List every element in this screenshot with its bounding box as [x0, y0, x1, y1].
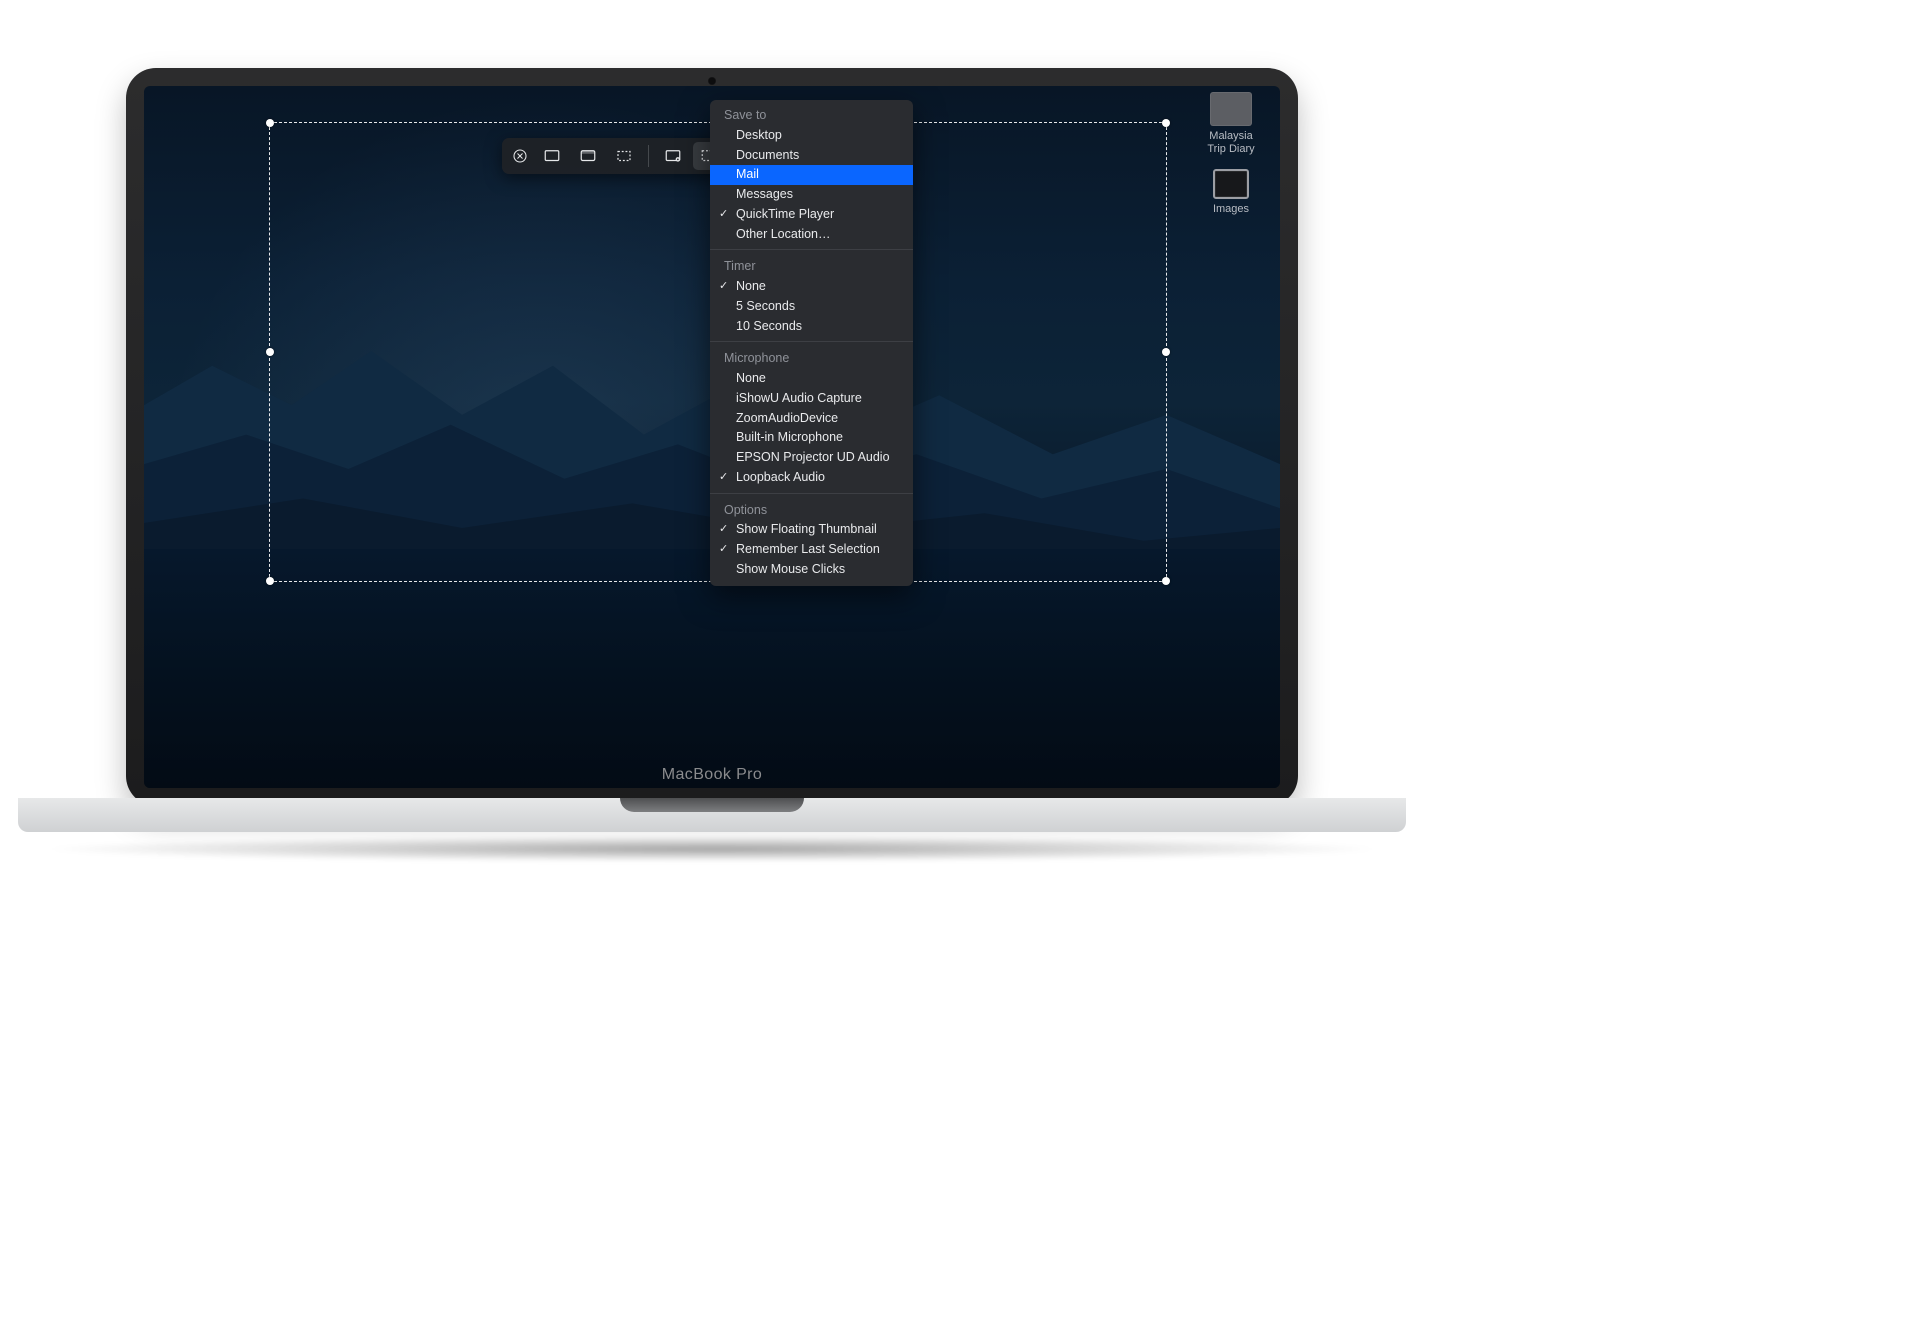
desktop-icons: Malaysia Trip Diary Images: [1192, 92, 1270, 216]
menu-item[interactable]: Mail: [710, 165, 913, 185]
selection-handle-tl[interactable]: [266, 119, 274, 127]
menu-item[interactable]: ✓ None: [710, 277, 913, 297]
menu-divider: [710, 493, 913, 494]
menu-item-label: Loopback Audio: [736, 470, 825, 484]
menu-item-label: EPSON Projector UD Audio: [736, 450, 890, 464]
folder-icon: [1213, 169, 1249, 199]
menu-item-label: Messages: [736, 187, 793, 201]
selection-handle-mr[interactable]: [1162, 348, 1170, 356]
menu-item-label: Mail: [736, 167, 759, 181]
menu-item-label: ZoomAudioDevice: [736, 411, 838, 425]
record-entire-screen-button[interactable]: [657, 142, 689, 170]
menu-item-label: 10 Seconds: [736, 319, 802, 333]
menu-item[interactable]: 5 Seconds: [710, 297, 913, 317]
menu-item[interactable]: ✓ Show Floating Thumbnail: [710, 520, 913, 540]
menu-section-header: Microphone: [710, 347, 913, 369]
menu-section-header: Timer: [710, 255, 913, 277]
menu-item-label: None: [736, 279, 766, 293]
options-menu: Save to Desktop Documents Mail Messages ✓ Quic…: [710, 100, 913, 586]
close-button[interactable]: [508, 142, 532, 170]
menu-item[interactable]: EPSON Projector UD Audio: [710, 448, 913, 468]
selection-handle-bl[interactable]: [266, 577, 274, 585]
file-icon: [1210, 92, 1252, 126]
menu-item[interactable]: Desktop: [710, 126, 913, 146]
device-base-plate: [18, 798, 1406, 832]
menu-item[interactable]: None: [710, 369, 913, 389]
menu-item-label: Documents: [736, 148, 799, 162]
capture-entire-screen-button[interactable]: [536, 142, 568, 170]
menu-item-label: QuickTime Player: [736, 207, 834, 221]
menu-item[interactable]: ✓ Loopback Audio: [710, 468, 913, 488]
toolbar-separator: [648, 145, 649, 167]
menu-item[interactable]: ZoomAudioDevice: [710, 409, 913, 429]
desktop-icon-images[interactable]: Images: [1213, 169, 1249, 216]
selection-handle-ml[interactable]: [266, 348, 274, 356]
menu-item[interactable]: ✓ Remember Last Selection: [710, 540, 913, 560]
menu-item[interactable]: ✓ QuickTime Player: [710, 205, 913, 225]
screenshot-toolbar: [502, 138, 731, 174]
menu-item-label: Built-in Microphone: [736, 430, 843, 444]
macbook-device: Malaysia Trip Diary Images: [126, 68, 1298, 860]
desktop-icon-label: Images: [1213, 203, 1249, 216]
menu-divider: [710, 341, 913, 342]
selection-handle-tr[interactable]: [1162, 119, 1170, 127]
menu-item[interactable]: Show Mouse Clicks: [710, 560, 913, 580]
menu-divider: [710, 249, 913, 250]
menu-item[interactable]: Documents: [710, 146, 913, 166]
hinge-notch-icon: [620, 798, 804, 812]
checkmark-icon: ✓: [719, 543, 728, 555]
menu-item[interactable]: Messages: [710, 185, 913, 205]
menu-item-label: Show Floating Thumbnail: [736, 522, 877, 536]
menu-item[interactable]: Built-in Microphone: [710, 428, 913, 448]
checkmark-icon: ✓: [719, 471, 728, 483]
selection-handle-br[interactable]: [1162, 577, 1170, 585]
menu-section-header: Save to: [710, 104, 913, 126]
menu-item[interactable]: Other Location…: [710, 225, 913, 245]
checkmark-icon: ✓: [719, 523, 728, 535]
menu-item-label: iShowU Audio Capture: [736, 391, 862, 405]
device-bezel: Malaysia Trip Diary Images: [126, 68, 1298, 806]
menu-item-label: Show Mouse Clicks: [736, 562, 845, 576]
desktop-icon-diary[interactable]: Malaysia Trip Diary: [1207, 92, 1254, 155]
device-shadow: [38, 836, 1386, 862]
menu-item-label: None: [736, 371, 766, 385]
menu-section-header: Options: [710, 499, 913, 521]
device-base: MacBook Pro: [18, 798, 1406, 852]
checkmark-icon: ✓: [719, 208, 728, 220]
menu-item-label: Desktop: [736, 128, 782, 142]
desktop-screen: Malaysia Trip Diary Images: [144, 86, 1280, 788]
menu-item[interactable]: iShowU Audio Capture: [710, 389, 913, 409]
desktop-icon-label: Malaysia Trip Diary: [1207, 130, 1254, 155]
menu-item-label: Remember Last Selection: [736, 542, 880, 556]
menu-item[interactable]: 10 Seconds: [710, 317, 913, 337]
device-model-label: MacBook Pro: [662, 766, 762, 784]
capture-selected-window-button[interactable]: [572, 142, 604, 170]
menu-item-label: Other Location…: [736, 227, 831, 241]
menu-item-label: 5 Seconds: [736, 299, 795, 313]
checkmark-icon: ✓: [719, 280, 728, 292]
capture-selected-portion-button[interactable]: [608, 142, 640, 170]
